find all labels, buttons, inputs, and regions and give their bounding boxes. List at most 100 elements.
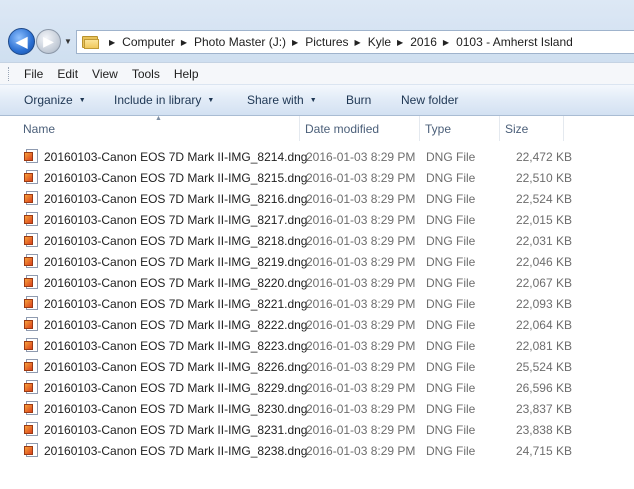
column-header-size-label: Size bbox=[505, 121, 529, 136]
file-size: 23,837 KB bbox=[515, 402, 572, 416]
file-date-modified: 2016-01-03 8:29 PM bbox=[306, 192, 416, 206]
burn-button[interactable]: Burn bbox=[346, 93, 371, 107]
column-header-type[interactable]: Type bbox=[420, 116, 500, 141]
menu-file[interactable]: File bbox=[24, 67, 43, 81]
dng-file-icon bbox=[24, 338, 39, 353]
new-folder-label: New folder bbox=[401, 93, 459, 107]
file-name: 20160103-Canon EOS 7D Mark II-IMG_8219.d… bbox=[44, 255, 308, 269]
new-folder-button[interactable]: New folder bbox=[401, 93, 458, 107]
command-bar: Organize ▼ Include in library ▼ Share wi… bbox=[0, 84, 634, 116]
file-size: 22,031 KB bbox=[515, 234, 572, 248]
file-type: DNG File bbox=[426, 444, 476, 458]
file-name: 20160103-Canon EOS 7D Mark II-IMG_8238.d… bbox=[44, 444, 308, 458]
file-date-modified: 2016-01-03 8:29 PM bbox=[306, 444, 416, 458]
file-date-modified: 2016-01-03 8:29 PM bbox=[306, 150, 416, 164]
breadcrumb-separator-icon[interactable]: ▶ bbox=[349, 38, 368, 47]
menu-edit[interactable]: Edit bbox=[57, 67, 78, 81]
organize-button[interactable]: Organize ▼ bbox=[24, 93, 86, 107]
include-in-library-button[interactable]: Include in library ▼ bbox=[114, 93, 214, 107]
include-in-library-label: Include in library bbox=[114, 93, 202, 107]
file-row[interactable]: 20160103-Canon EOS 7D Mark II-IMG_8230.d… bbox=[0, 398, 634, 419]
file-row[interactable]: 20160103-Canon EOS 7D Mark II-IMG_8231.d… bbox=[0, 419, 634, 440]
chevron-down-icon: ▼ bbox=[64, 36, 72, 46]
breadcrumb-separator-icon[interactable]: ▶ bbox=[175, 38, 194, 47]
share-with-label: Share with bbox=[247, 93, 304, 107]
file-date-modified: 2016-01-03 8:29 PM bbox=[306, 297, 416, 311]
address-bar[interactable]: ▶ Computer ▶ Photo Master (J:) ▶ Picture… bbox=[76, 30, 634, 54]
file-name: 20160103-Canon EOS 7D Mark II-IMG_8229.d… bbox=[44, 381, 308, 395]
file-row[interactable]: 20160103-Canon EOS 7D Mark II-IMG_8215.d… bbox=[0, 167, 634, 188]
file-size: 26,596 KB bbox=[515, 381, 572, 395]
file-name: 20160103-Canon EOS 7D Mark II-IMG_8216.d… bbox=[44, 192, 308, 206]
chevron-down-icon: ▼ bbox=[78, 96, 86, 104]
menu-help[interactable]: Help bbox=[174, 67, 199, 81]
file-date-modified: 2016-01-03 8:29 PM bbox=[306, 402, 416, 416]
column-header-date-modified[interactable]: Date modified bbox=[300, 116, 420, 141]
file-size: 22,046 KB bbox=[515, 255, 572, 269]
dng-file-icon bbox=[24, 422, 39, 437]
file-name: 20160103-Canon EOS 7D Mark II-IMG_8220.d… bbox=[44, 276, 308, 290]
file-date-modified: 2016-01-03 8:29 PM bbox=[306, 276, 416, 290]
chevron-down-icon: ▼ bbox=[207, 96, 215, 104]
breadcrumb-kyle[interactable]: Kyle bbox=[368, 35, 391, 49]
menu-grip bbox=[8, 66, 11, 81]
breadcrumb-2016[interactable]: 2016 bbox=[410, 35, 437, 49]
column-header-name-label: Name bbox=[23, 121, 56, 136]
forward-button[interactable]: ▶ bbox=[36, 29, 61, 54]
breadcrumb-current-folder[interactable]: 0103 - Amherst Island bbox=[456, 35, 573, 49]
menu-tools[interactable]: Tools bbox=[132, 67, 160, 81]
file-date-modified: 2016-01-03 8:29 PM bbox=[306, 171, 416, 185]
breadcrumb-photo-master[interactable]: Photo Master (J:) bbox=[194, 35, 286, 49]
share-with-button[interactable]: Share with ▼ bbox=[247, 93, 317, 107]
file-type: DNG File bbox=[426, 339, 476, 353]
file-row[interactable]: 20160103-Canon EOS 7D Mark II-IMG_8216.d… bbox=[0, 188, 634, 209]
file-row[interactable]: 20160103-Canon EOS 7D Mark II-IMG_8226.d… bbox=[0, 356, 634, 377]
column-header-date-label: Date modified bbox=[305, 121, 380, 136]
file-type: DNG File bbox=[426, 381, 476, 395]
file-row[interactable]: 20160103-Canon EOS 7D Mark II-IMG_8238.d… bbox=[0, 440, 634, 461]
file-size: 22,093 KB bbox=[515, 297, 572, 311]
file-type: DNG File bbox=[426, 255, 476, 269]
file-row[interactable]: 20160103-Canon EOS 7D Mark II-IMG_8218.d… bbox=[0, 230, 634, 251]
file-name: 20160103-Canon EOS 7D Mark II-IMG_8226.d… bbox=[44, 360, 308, 374]
file-name: 20160103-Canon EOS 7D Mark II-IMG_8230.d… bbox=[44, 402, 308, 416]
file-row[interactable]: 20160103-Canon EOS 7D Mark II-IMG_8221.d… bbox=[0, 293, 634, 314]
file-date-modified: 2016-01-03 8:29 PM bbox=[306, 318, 416, 332]
breadcrumb-separator-icon[interactable]: ▶ bbox=[103, 38, 122, 47]
organize-label: Organize bbox=[24, 93, 73, 107]
file-row[interactable]: 20160103-Canon EOS 7D Mark II-IMG_8214.d… bbox=[0, 146, 634, 167]
breadcrumb-pictures[interactable]: Pictures bbox=[305, 35, 348, 49]
breadcrumb-separator-icon[interactable]: ▶ bbox=[391, 38, 410, 47]
menu-bar: File Edit View Tools Help bbox=[0, 62, 634, 84]
file-size: 23,838 KB bbox=[515, 423, 572, 437]
file-name: 20160103-Canon EOS 7D Mark II-IMG_8231.d… bbox=[44, 423, 308, 437]
file-row[interactable]: 20160103-Canon EOS 7D Mark II-IMG_8229.d… bbox=[0, 377, 634, 398]
column-header-name[interactable]: Name bbox=[18, 116, 300, 141]
dng-file-icon bbox=[24, 296, 39, 311]
file-date-modified: 2016-01-03 8:29 PM bbox=[306, 213, 416, 227]
file-name: 20160103-Canon EOS 7D Mark II-IMG_8217.d… bbox=[44, 213, 308, 227]
file-type: DNG File bbox=[426, 402, 476, 416]
file-row[interactable]: 20160103-Canon EOS 7D Mark II-IMG_8219.d… bbox=[0, 251, 634, 272]
file-name: 20160103-Canon EOS 7D Mark II-IMG_8218.d… bbox=[44, 234, 308, 248]
breadcrumb-separator-icon[interactable]: ▶ bbox=[286, 38, 305, 47]
menu-view[interactable]: View bbox=[92, 67, 118, 81]
file-row[interactable]: 20160103-Canon EOS 7D Mark II-IMG_8223.d… bbox=[0, 335, 634, 356]
file-date-modified: 2016-01-03 8:29 PM bbox=[306, 423, 416, 437]
file-row[interactable]: 20160103-Canon EOS 7D Mark II-IMG_8220.d… bbox=[0, 272, 634, 293]
file-row[interactable]: 20160103-Canon EOS 7D Mark II-IMG_8217.d… bbox=[0, 209, 634, 230]
file-size: 22,067 KB bbox=[515, 276, 572, 290]
file-size: 22,524 KB bbox=[515, 192, 572, 206]
file-row[interactable]: 20160103-Canon EOS 7D Mark II-IMG_8222.d… bbox=[0, 314, 634, 335]
column-header-type-label: Type bbox=[425, 121, 452, 136]
column-header-size[interactable]: Size bbox=[500, 116, 564, 141]
breadcrumb-separator-icon[interactable]: ▶ bbox=[437, 38, 456, 47]
file-size: 22,472 KB bbox=[515, 150, 572, 164]
dng-file-icon bbox=[24, 233, 39, 248]
chevron-down-icon: ▼ bbox=[309, 96, 317, 104]
recent-pages-dropdown[interactable]: ▼ bbox=[62, 34, 74, 48]
breadcrumb-computer[interactable]: Computer bbox=[122, 35, 175, 49]
file-date-modified: 2016-01-03 8:29 PM bbox=[306, 381, 416, 395]
back-button[interactable]: ◀ bbox=[8, 28, 35, 55]
back-arrow-icon: ◀ bbox=[15, 33, 28, 51]
